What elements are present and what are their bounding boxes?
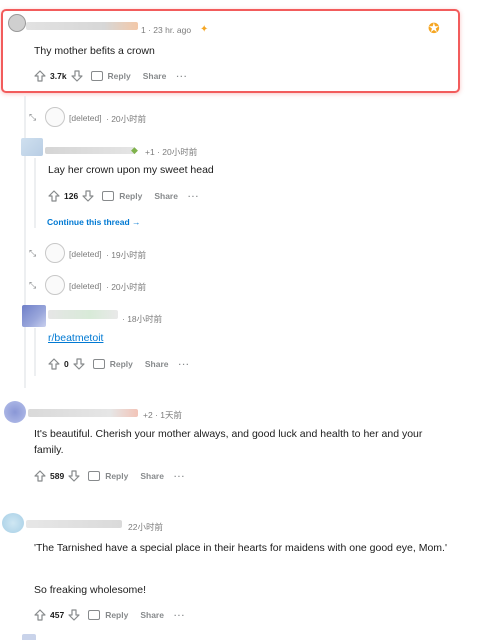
award-icon: ◆ bbox=[131, 145, 138, 155]
expand-icon[interactable]: ⤡ bbox=[29, 248, 36, 259]
continue-thread-link[interactable]: Continue this thread → bbox=[47, 217, 141, 227]
comment-time: · 20小时前 bbox=[106, 282, 147, 292]
comment-text: 'The Tarnished have a special place in t… bbox=[34, 542, 447, 554]
comment-text: Thy mother befits a crown bbox=[34, 45, 155, 57]
reply-button[interactable]: Reply bbox=[105, 471, 128, 481]
share-button[interactable]: Share bbox=[154, 191, 178, 201]
comment-meta: +2 · 1天前 bbox=[143, 410, 182, 420]
more-button[interactable]: ··· bbox=[174, 471, 186, 481]
avatar bbox=[45, 275, 65, 295]
upvote-icon[interactable] bbox=[34, 609, 46, 621]
vote-count: 589 bbox=[50, 471, 65, 481]
avatar bbox=[45, 243, 65, 263]
comment-time: · 19小时前 bbox=[106, 250, 147, 260]
reply-button[interactable]: Reply bbox=[108, 71, 131, 81]
avatar[interactable] bbox=[22, 305, 46, 327]
comment-actions: 3.7k Reply Share ··· bbox=[34, 70, 188, 82]
comment-icon[interactable] bbox=[88, 610, 101, 620]
vote-count: 126 bbox=[64, 191, 79, 201]
comment-icon[interactable] bbox=[102, 191, 115, 201]
downvote-icon[interactable] bbox=[68, 470, 80, 482]
upvote-icon[interactable] bbox=[34, 70, 46, 82]
reply-button[interactable]: Reply bbox=[110, 359, 133, 369]
share-button[interactable]: Share bbox=[140, 471, 164, 481]
more-button[interactable]: ··· bbox=[174, 610, 186, 620]
avatar[interactable] bbox=[8, 14, 26, 32]
upvote-icon[interactable] bbox=[48, 358, 60, 370]
more-button[interactable]: ··· bbox=[179, 359, 191, 369]
reply-button[interactable]: Reply bbox=[119, 191, 142, 201]
vote-count: 3.7k bbox=[50, 71, 67, 81]
comment-icon[interactable] bbox=[88, 471, 101, 481]
downvote-icon[interactable] bbox=[82, 190, 94, 202]
comment-meta: 22小时前 bbox=[128, 522, 163, 532]
subreddit-link[interactable]: r/beatmetoit bbox=[48, 332, 103, 344]
avatar bbox=[45, 107, 65, 127]
downvote-icon[interactable] bbox=[73, 358, 85, 370]
comment-icon[interactable] bbox=[92, 359, 105, 369]
share-button[interactable]: Share bbox=[143, 71, 167, 81]
upvote-icon[interactable] bbox=[48, 190, 60, 202]
deleted-author: [deleted] bbox=[69, 249, 102, 259]
comment-icon[interactable] bbox=[90, 71, 103, 81]
avatar[interactable] bbox=[4, 401, 26, 423]
avatar[interactable] bbox=[22, 634, 36, 640]
comment-text: So freaking wholesome! bbox=[34, 584, 147, 596]
comment-meta: · 18小时前 bbox=[122, 314, 163, 324]
avatar[interactable] bbox=[21, 138, 43, 156]
award-icon: ✦ bbox=[200, 24, 209, 35]
comment-actions: 457 Reply Share ··· bbox=[34, 609, 185, 621]
comment-text: Lay her crown upon my sweet head bbox=[48, 164, 214, 176]
username[interactable] bbox=[45, 147, 135, 154]
vote-count: 0 bbox=[64, 359, 69, 369]
username[interactable] bbox=[26, 22, 138, 30]
share-button[interactable]: Share bbox=[140, 610, 164, 620]
comment-meta: 1 · 23 hr. ago bbox=[141, 25, 192, 35]
username[interactable] bbox=[28, 409, 138, 417]
reply-button[interactable]: Reply bbox=[105, 610, 128, 620]
comment-actions: 0 Reply Share ··· bbox=[48, 358, 190, 370]
avatar[interactable] bbox=[2, 513, 24, 533]
thread-line[interactable] bbox=[34, 328, 36, 376]
downvote-icon[interactable] bbox=[68, 609, 80, 621]
comment-meta: +1 · 20小时前 bbox=[145, 147, 198, 157]
username[interactable] bbox=[48, 310, 118, 319]
thread-line[interactable] bbox=[34, 158, 36, 228]
more-button[interactable]: ··· bbox=[176, 71, 188, 81]
expand-icon[interactable]: ⤡ bbox=[29, 112, 36, 123]
comment-text: It's beautiful. Cherish your mother alwa… bbox=[34, 428, 423, 456]
award-icon[interactable]: ✪ bbox=[428, 20, 440, 37]
upvote-icon[interactable] bbox=[34, 470, 46, 482]
vote-count: 457 bbox=[50, 610, 65, 620]
expand-icon[interactable]: ⤡ bbox=[29, 280, 36, 291]
deleted-author: [deleted] bbox=[69, 113, 102, 123]
comment-actions: 589 Reply Share ··· bbox=[34, 470, 185, 482]
downvote-icon[interactable] bbox=[71, 70, 83, 82]
comment-time: · 20小时前 bbox=[106, 114, 147, 124]
share-button[interactable]: Share bbox=[145, 359, 169, 369]
more-button[interactable]: ··· bbox=[188, 191, 200, 201]
deleted-author: [deleted] bbox=[69, 281, 102, 291]
username[interactable] bbox=[26, 520, 122, 528]
comment-actions: 126 Reply Share ··· bbox=[48, 190, 199, 202]
